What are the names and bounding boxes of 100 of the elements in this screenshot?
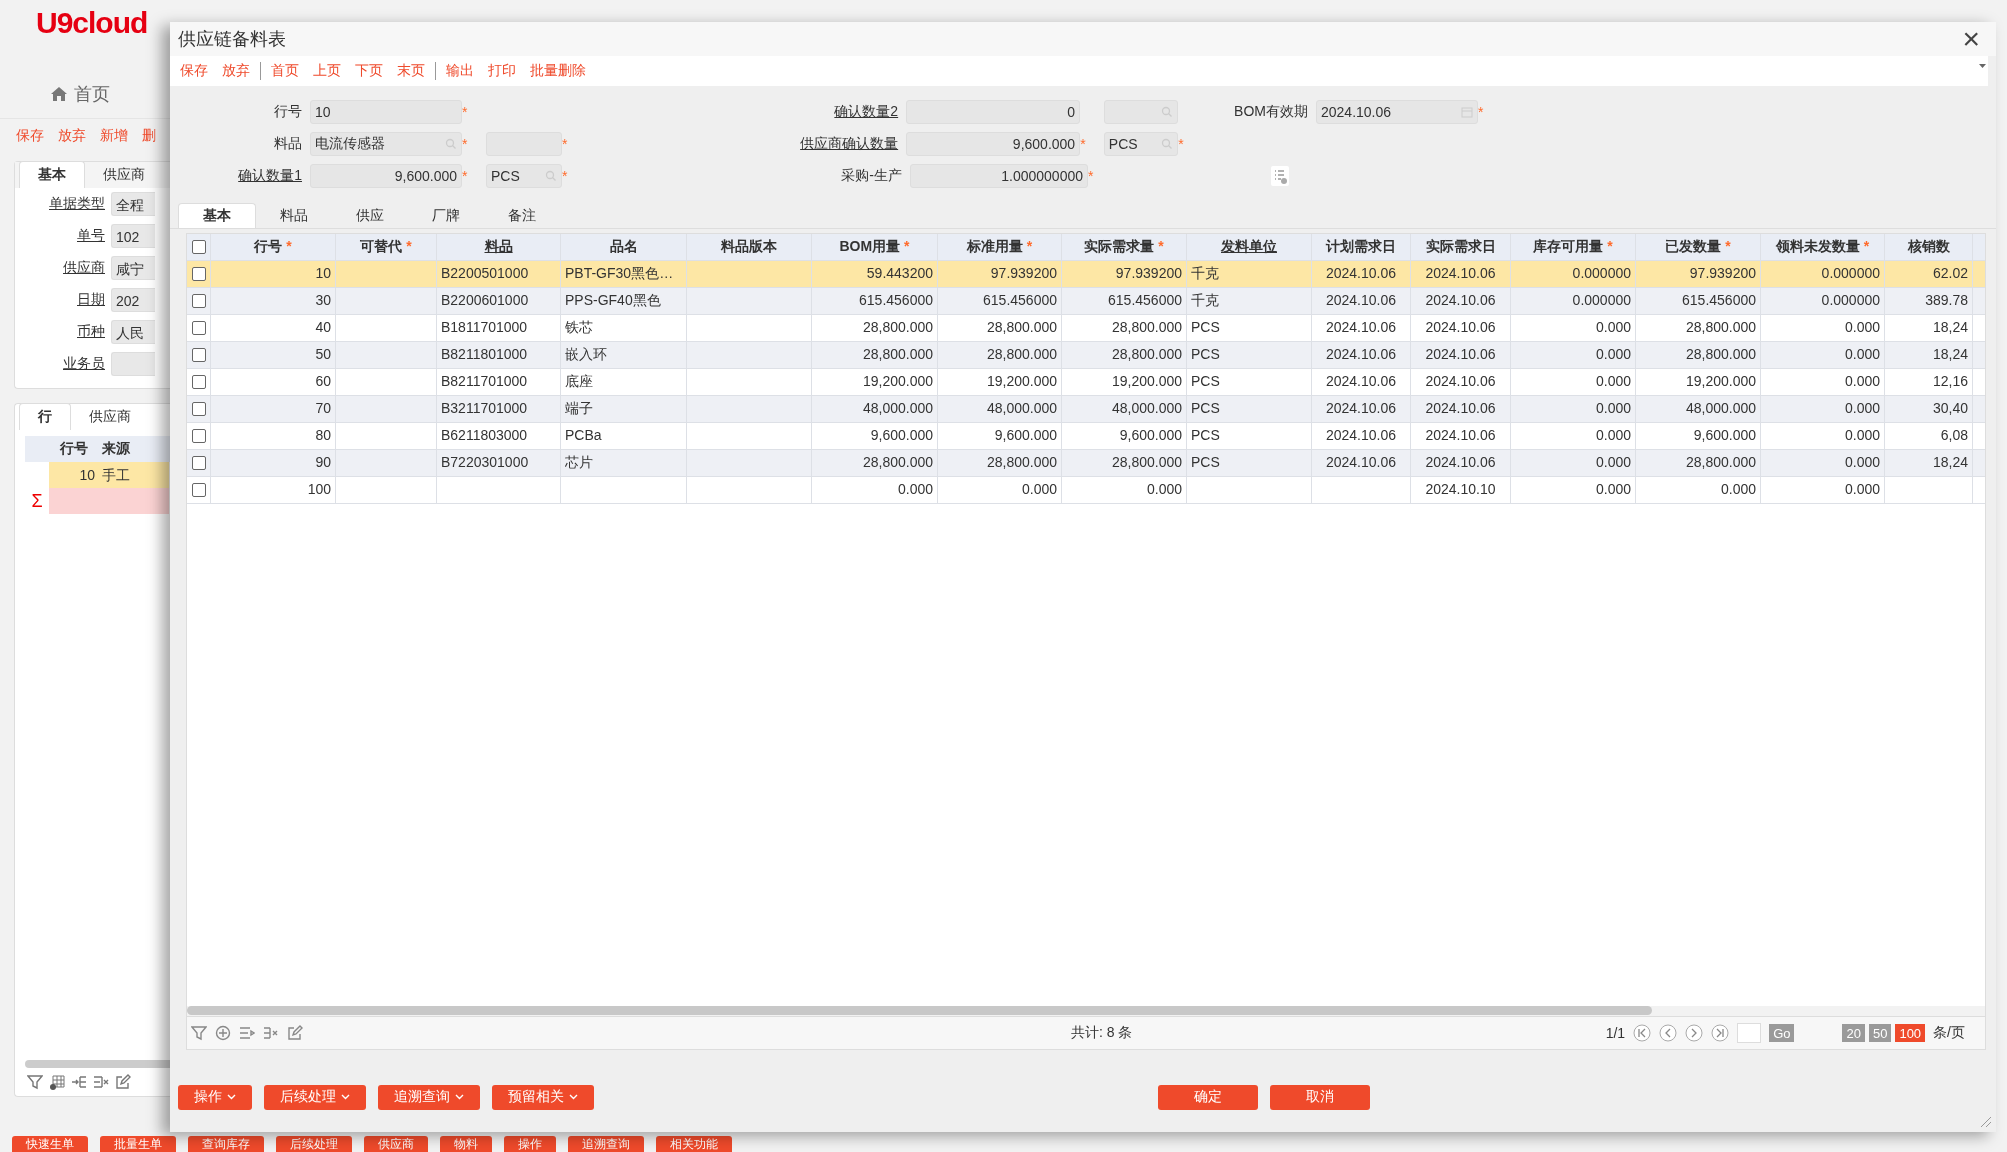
toolbar-link[interactable]: 保存	[180, 62, 208, 80]
list-settings-icon[interactable]	[1270, 165, 1290, 187]
field-label[interactable]: 供应商确认数量	[740, 135, 907, 153]
input-field[interactable]: 9,600.000	[906, 132, 1081, 156]
insert-row-icon[interactable]	[239, 1025, 255, 1041]
dropdown-button[interactable]: 追溯查询	[378, 1084, 480, 1110]
action-button[interactable]: 后续处理	[276, 1136, 352, 1152]
input-field[interactable]: 人民	[111, 320, 155, 344]
toolbar-link[interactable]: 首页	[271, 62, 299, 80]
tab[interactable]: 备注	[484, 204, 560, 228]
input-field[interactable]: 102	[111, 224, 155, 248]
row-checkbox[interactable]	[191, 456, 206, 470]
edit-icon[interactable]	[287, 1025, 303, 1041]
action-button[interactable]: 供应商	[364, 1136, 428, 1152]
input-field[interactable]: 1.000000000	[910, 164, 1088, 188]
action-button[interactable]: 批量生单	[100, 1136, 176, 1152]
table-row[interactable]: 90 B7220301000 芯片 28,800.000 28,800.000 28,800.000 PCS 2024.10.06 2024.10.06 0.000 28,800.000 0.000 18,24	[187, 450, 1985, 477]
toolbar-link[interactable]: 批量删除	[530, 62, 586, 80]
row-checkbox[interactable]	[191, 429, 206, 443]
input-field[interactable]: 9,600.000	[310, 164, 462, 188]
unit-field[interactable]: PCS	[486, 164, 562, 188]
row-checkbox[interactable]	[191, 321, 206, 335]
delete-row-icon[interactable]	[93, 1074, 109, 1090]
column-header[interactable]: 发料单位	[1221, 238, 1277, 254]
next-page-icon[interactable]	[1685, 1024, 1704, 1042]
input-field[interactable]: 全程	[111, 192, 155, 216]
home-tab[interactable]: 首页	[74, 82, 110, 106]
field-label[interactable]: 业务员	[15, 355, 105, 373]
dropdown-button[interactable]: 预留相关	[492, 1084, 594, 1110]
unit-field[interactable]	[1103, 100, 1179, 124]
field-label[interactable]: 确认数量2	[740, 103, 907, 121]
field-label[interactable]: 供应商	[15, 259, 105, 277]
input-field[interactable]: 202	[111, 288, 155, 312]
dropdown-button[interactable]: 操作	[178, 1084, 252, 1110]
home-icon[interactable]	[50, 86, 68, 102]
select-all-checkbox[interactable]	[191, 240, 206, 254]
toolbar-link[interactable]: 放弃	[222, 62, 250, 80]
row-checkbox[interactable]	[191, 267, 206, 281]
resize-grip-icon[interactable]	[1978, 1114, 1992, 1128]
dialog-button[interactable]: 取消	[1270, 1084, 1370, 1110]
row-checkbox[interactable]	[191, 483, 206, 497]
first-page-icon[interactable]	[1633, 1024, 1652, 1042]
row-checkbox[interactable]	[191, 375, 206, 389]
tab[interactable]: 基本	[19, 161, 85, 188]
dialog-button[interactable]: 确定	[1158, 1084, 1258, 1110]
dropdown-caret-icon[interactable]	[1979, 64, 1986, 68]
table-row[interactable]: 100 0.000 0.000 0.000 2024.10.10 0.000 0.000 0.000	[187, 477, 1985, 504]
action-button[interactable]: 查询库存	[188, 1136, 264, 1152]
edit-icon[interactable]	[115, 1074, 131, 1090]
dropdown-button[interactable]: 后续处理	[264, 1084, 366, 1110]
tab[interactable]: 行	[19, 403, 71, 430]
add-icon[interactable]	[215, 1025, 231, 1041]
close-button[interactable]: ×	[1958, 24, 1984, 54]
page-size-button[interactable]: 100	[1895, 1024, 1926, 1042]
input-field[interactable]: 10	[310, 100, 462, 124]
toolbar-link[interactable]: 打印	[488, 62, 516, 80]
delete-row-icon[interactable]	[263, 1025, 279, 1041]
action-button[interactable]: 快速生单	[12, 1136, 88, 1152]
action-button[interactable]: 操作	[504, 1136, 556, 1152]
toolbar-link[interactable]: 下页	[355, 62, 383, 80]
scrollbar-thumb[interactable]	[187, 1006, 1652, 1015]
tab[interactable]: 厂牌	[408, 204, 484, 228]
previous-page-icon[interactable]	[1659, 1024, 1678, 1042]
input-field[interactable]: 咸宁	[111, 256, 155, 280]
input-field[interactable]: 2024.10.06	[1316, 100, 1478, 124]
table-add-icon[interactable]	[49, 1074, 65, 1090]
action-button[interactable]: 物料	[440, 1136, 492, 1152]
scrollbar[interactable]	[25, 1060, 170, 1068]
table-row[interactable]: 50 B8211801000 嵌入环 28,800.000 28,800.000 28,800.000 PCS 2024.10.06 2024.10.06 0.000 28,800.000 0.000 18,24	[187, 342, 1985, 369]
action-button[interactable]: 追溯查询	[568, 1136, 644, 1152]
toolbar-link[interactable]: 末页	[397, 62, 425, 80]
input-field[interactable]	[111, 352, 155, 376]
row-checkbox[interactable]	[191, 294, 206, 308]
field-label[interactable]: 币种	[15, 323, 105, 341]
row-checkbox[interactable]	[191, 348, 206, 362]
column-header[interactable]: 料品	[484, 238, 513, 254]
tab[interactable]: 供应商	[85, 162, 163, 188]
toolbar-link[interactable]: 上页	[313, 62, 341, 80]
action-button[interactable]: 相关功能	[656, 1136, 732, 1152]
tab[interactable]: 料品	[256, 204, 332, 228]
table-row[interactable]: 70 B3211701000 端子 48,000.000 48,000.000 48,000.000 PCS 2024.10.06 2024.10.06 0.000 48,000.000 0.000 30,40	[187, 396, 1985, 423]
row-checkbox[interactable]	[191, 402, 206, 416]
filter-icon[interactable]	[191, 1025, 207, 1041]
input-field[interactable]: 电流传感器	[310, 132, 462, 156]
page-input[interactable]	[1737, 1023, 1762, 1043]
field-label[interactable]: 单号	[15, 227, 105, 245]
table-row[interactable]: 30 B2200601000 PPS-GF40黑色 615.456000 615.456000 615.456000 千克 2024.10.06 2024.10.06 0.000000 615.456000 0.000000 389.78	[187, 288, 1985, 315]
last-page-icon[interactable]	[1711, 1024, 1730, 1042]
input-field[interactable]: 0	[906, 100, 1081, 124]
tab[interactable]: 供应商	[71, 404, 149, 430]
filter-icon[interactable]	[27, 1074, 43, 1090]
insert-row-icon[interactable]	[71, 1074, 87, 1090]
toolbar-link[interactable]: 输出	[446, 62, 474, 80]
field-label[interactable]: 日期	[15, 291, 105, 309]
unit-field[interactable]: PCS	[1103, 132, 1179, 156]
table-row[interactable]: 10 B2200501000 PBT-GF30黑色… 59.443200 97.939200 97.939200 千克 2024.10.06 2024.10.06 0.000000 97.939200 0.000000 62.02	[187, 261, 1985, 288]
field-label[interactable]: 单据类型	[15, 195, 105, 213]
tab[interactable]: 基本	[178, 203, 256, 228]
field-label[interactable]: 确认数量1	[170, 167, 310, 185]
tab[interactable]: 供应	[332, 204, 408, 228]
